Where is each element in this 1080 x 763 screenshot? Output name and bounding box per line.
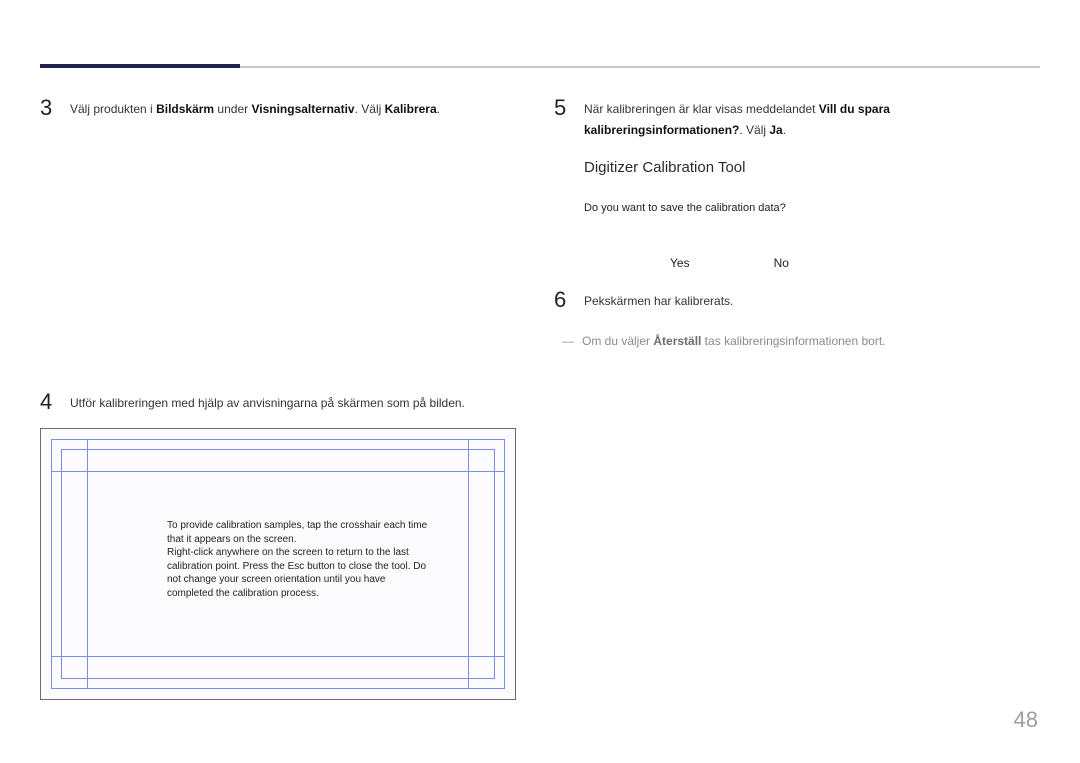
step-4: 4 Utför kalibreringen med hjälp av anvis… bbox=[40, 390, 520, 414]
t: Om du väljer bbox=[582, 334, 653, 348]
t: . bbox=[437, 102, 440, 116]
reset-note: ― Om du väljer Återställ tas kalibrering… bbox=[554, 332, 1040, 351]
t: . Välj bbox=[739, 123, 769, 137]
t: Visningsalternativ bbox=[251, 102, 354, 116]
dialog-title: Digitizer Calibration Tool bbox=[584, 159, 1040, 176]
step-number: 5 bbox=[554, 96, 584, 120]
step-3: 3 Välj produkten i Bildskärm under Visni… bbox=[40, 96, 520, 120]
t: under bbox=[214, 102, 251, 116]
step-text: Välj produkten i Bildskärm under Visning… bbox=[70, 96, 440, 120]
step-number: 6 bbox=[554, 288, 584, 312]
note-text: Om du väljer Återställ tas kalibreringsi… bbox=[582, 332, 885, 351]
step-text: Utför kalibreringen med hjälp av anvisni… bbox=[70, 390, 465, 414]
t: Bildskärm bbox=[156, 102, 214, 116]
t: När kalibreringen är klar visas meddelan… bbox=[584, 102, 819, 116]
step-text: Pekskärmen har kalibrerats. bbox=[584, 288, 733, 312]
no-button[interactable]: No bbox=[774, 256, 789, 270]
t: tas kalibreringsinformationen bort. bbox=[701, 334, 885, 348]
t: Välj produkten i bbox=[70, 102, 156, 116]
left-column: 3 Välj produkten i Bildskärm under Visni… bbox=[40, 96, 520, 700]
calibration-instructions: To provide calibration samples, tap the … bbox=[167, 519, 433, 600]
note-dash: ― bbox=[554, 332, 582, 350]
yes-button[interactable]: Yes bbox=[670, 256, 690, 270]
save-dialog: Digitizer Calibration Tool Do you want t… bbox=[584, 159, 1040, 270]
page: 3 Välj produkten i Bildskärm under Visni… bbox=[0, 0, 1080, 763]
step-number: 3 bbox=[40, 96, 70, 120]
step-text: När kalibreringen är klar visas meddelan… bbox=[584, 96, 1040, 141]
dialog-message: Do you want to save the calibration data… bbox=[584, 202, 1040, 214]
step-6: 6 Pekskärmen har kalibrerats. bbox=[554, 288, 1040, 312]
t: Återställ bbox=[653, 334, 701, 348]
calibration-screenshot: To provide calibration samples, tap the … bbox=[40, 428, 516, 700]
t: Ja bbox=[769, 123, 782, 137]
dialog-buttons: Yes No bbox=[584, 256, 1040, 270]
step-5: 5 När kalibreringen är klar visas meddel… bbox=[554, 96, 1040, 141]
t: Kalibrera bbox=[385, 102, 437, 116]
t: . bbox=[783, 123, 786, 137]
right-column: 5 När kalibreringen är klar visas meddel… bbox=[554, 96, 1040, 351]
page-number: 48 bbox=[1014, 707, 1038, 733]
t: . Välj bbox=[355, 102, 385, 116]
top-accent-bar bbox=[40, 64, 240, 68]
step-number: 4 bbox=[40, 390, 70, 414]
